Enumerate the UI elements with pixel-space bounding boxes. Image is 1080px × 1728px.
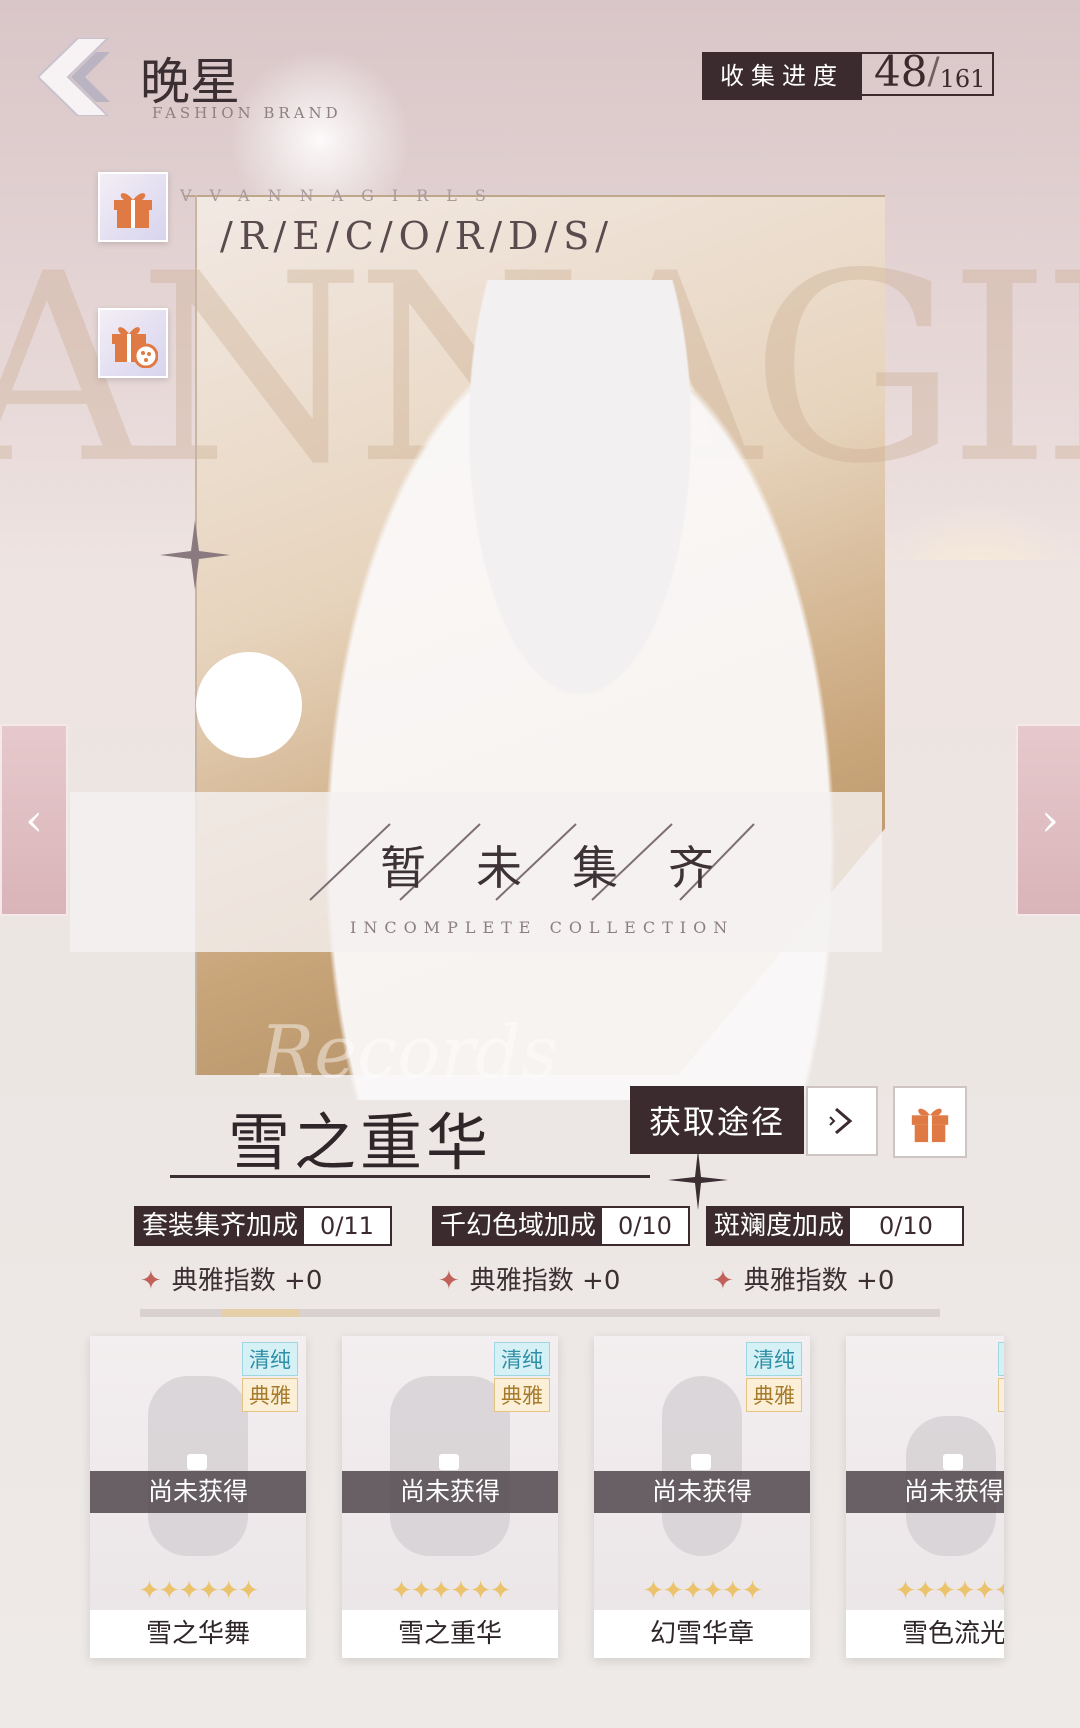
star-icon: ✦ <box>438 1266 460 1296</box>
progress-value: 48 / 161 <box>862 47 994 96</box>
lock-icon <box>439 1454 459 1470</box>
bonus-value: 0/10 <box>850 1208 962 1244</box>
records-title: /R/E/C/O/R/D/S/ <box>220 214 615 258</box>
bonus-value: 0/11 <box>304 1208 390 1244</box>
tag-elegant: 典雅 <box>242 1378 298 1412</box>
star-icon: ✦ <box>712 1266 734 1296</box>
star-icon: ✦ <box>140 1266 162 1296</box>
bonus-color-domain: 千幻色域加成 0/10 <box>432 1206 690 1246</box>
tag-elegant: 典雅 <box>494 1378 550 1412</box>
item-card[interactable]: 清纯 典雅 尚未获得 ✦✦✦✦✦✦ 雪之重华 <box>342 1336 558 1658</box>
bonus-label: 千幻色域加成 <box>434 1208 603 1244</box>
progress-separator: / <box>927 51 940 92</box>
obtain-arrow-button[interactable] <box>806 1086 878 1156</box>
item-card[interactable]: 清纯 典雅 尚未获得 ✦✦✦✦✦✦ 雪之华舞 <box>90 1336 306 1658</box>
obtain-source-button[interactable]: 获取途径 <box>630 1086 804 1154</box>
item-tags: 清纯 典雅 <box>746 1342 802 1412</box>
progress-total: 161 <box>939 65 986 93</box>
bonus-effect: ✦ 典雅指数 +0 <box>140 1260 322 1297</box>
bonus-effect-text: 典雅指数 +0 <box>171 1266 323 1296</box>
incomplete-subtitle: INCOMPLETE COLLECTION <box>350 918 735 937</box>
locked-status: 尚未获得 <box>594 1471 810 1513</box>
brand-subtitle: FASHION BRAND <box>152 104 342 122</box>
set-gift-button[interactable] <box>893 1086 967 1158</box>
bonus-effect-text: 典雅指数 +0 <box>743 1266 895 1296</box>
tag-pure: 清纯 <box>746 1342 802 1376</box>
rarity-stars: ✦✦✦✦✦✦ <box>138 1576 260 1606</box>
bonus-vibrance: 斑斓度加成 0/10 <box>706 1206 964 1246</box>
records-brand-text: VVANNAGIRLS <box>180 186 504 205</box>
bonus-label: 斑斓度加成 <box>708 1208 851 1244</box>
chevron-left-icon: ‹ <box>25 794 43 846</box>
locked-status: 尚未获得 <box>846 1471 1004 1513</box>
item-card[interactable]: 清纯 典雅 尚未获得 ✦✦✦✦✦✦ 雪色流光 <box>846 1336 1004 1658</box>
item-name: 幻雪华章 <box>594 1610 810 1658</box>
item-tags: 清纯 典雅 <box>998 1342 1004 1412</box>
lock-icon <box>943 1454 963 1470</box>
set-name-underline <box>170 1175 650 1178</box>
bonus-set-complete: 套装集齐加成 0/11 <box>134 1206 392 1246</box>
records-script-text: Records <box>260 1010 558 1094</box>
next-set-button[interactable]: › <box>1016 724 1080 916</box>
item-name: 雪之华舞 <box>90 1610 306 1658</box>
collection-progress: 收集进度 48 / 161 <box>702 47 994 100</box>
item-tags: 清纯 典雅 <box>242 1342 298 1412</box>
tag-pure: 清纯 <box>242 1342 298 1376</box>
palette-gift-icon <box>112 327 158 368</box>
locked-status: 尚未获得 <box>90 1471 306 1513</box>
gift-reward-button[interactable] <box>98 172 168 242</box>
dye-gift-button[interactable] <box>98 308 168 378</box>
tag-pure: 清纯 <box>494 1342 550 1376</box>
arrow-right-icon <box>829 1107 853 1135</box>
set-name: 雪之重华 <box>228 1106 493 1179</box>
rarity-stars: ✦✦✦✦✦✦ <box>642 1576 764 1606</box>
bonus-value: 0/10 <box>602 1208 688 1244</box>
tag-elegant: 典雅 <box>746 1378 802 1412</box>
gift-icon <box>114 193 152 228</box>
item-name: 雪之重华 <box>342 1610 558 1658</box>
tag-elegant: 典雅 <box>998 1378 1004 1412</box>
chevron-right-icon: › <box>1041 794 1059 846</box>
rarity-stars: ✦✦✦✦✦✦ <box>390 1576 512 1606</box>
character-portrait <box>300 280 860 1100</box>
bonus-effect: ✦ 典雅指数 +0 <box>712 1260 894 1297</box>
locked-status: 尚未获得 <box>342 1471 558 1513</box>
gift-icon <box>911 1108 949 1143</box>
light-orb <box>196 652 302 758</box>
lock-icon <box>187 1454 207 1470</box>
bonus-label: 套装集齐加成 <box>136 1208 305 1244</box>
item-card[interactable]: 清纯 典雅 尚未获得 ✦✦✦✦✦✦ 幻雪华章 <box>594 1336 810 1658</box>
tag-pure: 清纯 <box>998 1342 1004 1376</box>
back-button[interactable] <box>36 37 138 117</box>
item-tags: 清纯 典雅 <box>494 1342 550 1412</box>
rarity-stars: ✦✦✦✦✦✦ <box>894 1576 1004 1606</box>
prev-set-button[interactable]: ‹ <box>0 724 68 916</box>
sparkle-icon <box>668 1150 728 1210</box>
progress-label: 收集进度 <box>702 52 862 100</box>
progress-current: 48 <box>874 47 928 96</box>
bonus-effect: ✦ 典雅指数 +0 <box>438 1260 620 1297</box>
back-arrow-icon <box>36 37 111 117</box>
items-scrollbar-thumb[interactable] <box>222 1309 300 1317</box>
item-name: 雪色流光 <box>846 1610 1004 1658</box>
lock-icon <box>691 1454 711 1470</box>
bonus-effect-text: 典雅指数 +0 <box>469 1266 621 1296</box>
sparkle-icon <box>160 520 230 590</box>
incomplete-title: 暂未集齐 <box>380 841 764 895</box>
